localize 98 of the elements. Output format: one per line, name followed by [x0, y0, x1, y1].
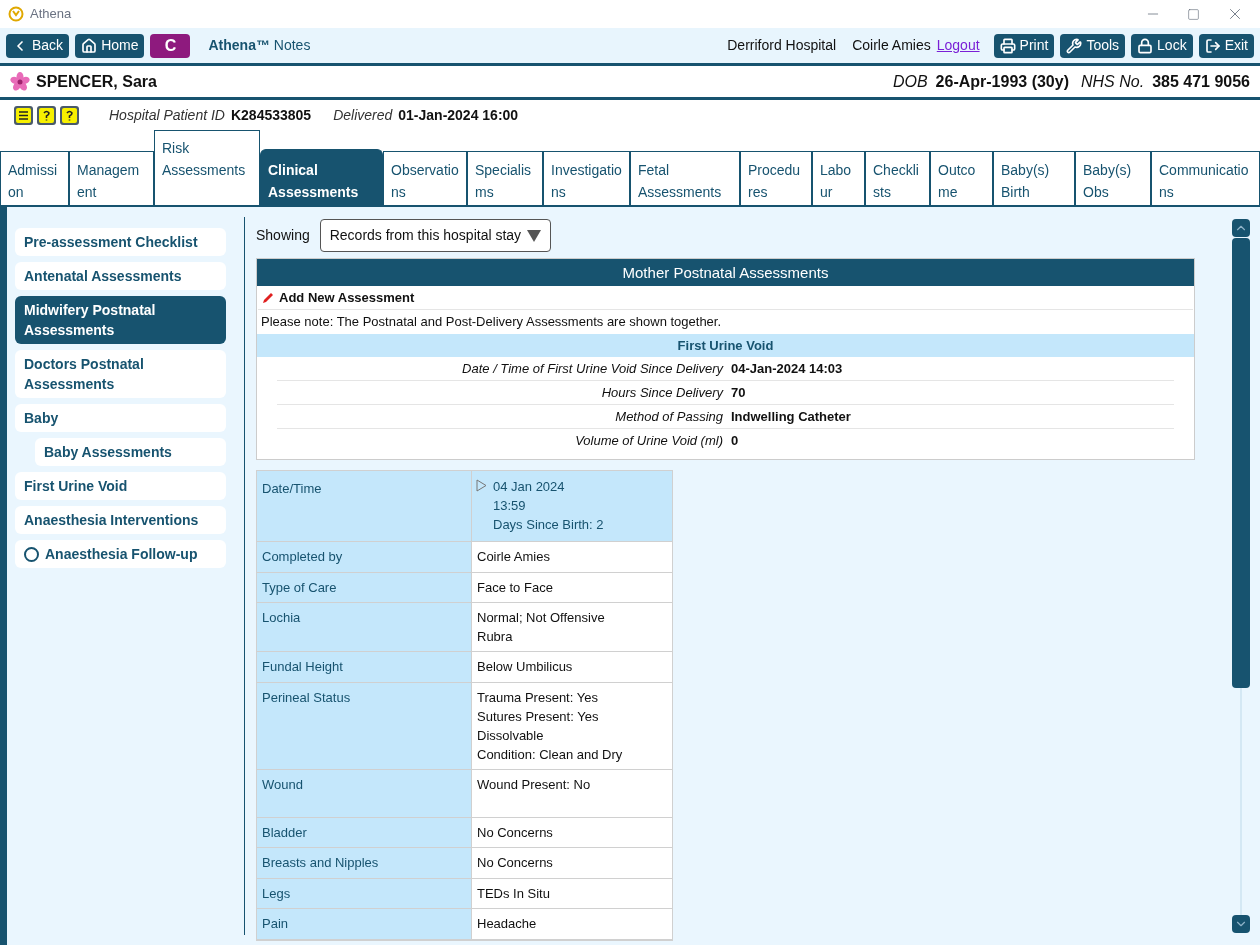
expand-triangle-icon[interactable]: [475, 479, 487, 492]
sidebar-item[interactable]: Doctors Postnatal Assessments: [15, 350, 226, 398]
lock-button[interactable]: Lock: [1131, 33, 1193, 58]
table-cell: Completed by: [257, 542, 472, 572]
field-label: Hours Since Delivery: [600, 383, 723, 402]
app-name: Athena™ Notes: [208, 36, 311, 55]
section-heading: First Urine Void: [257, 334, 1194, 357]
tab[interactable]: Specialisms: [467, 151, 543, 205]
table-cell: Face to Face: [472, 572, 672, 602]
tab[interactable]: Checklists: [865, 151, 930, 205]
user-badge-button[interactable]: C: [150, 33, 191, 58]
field-value: Indwelling Catheter: [731, 407, 851, 426]
field-label: Volume of Urine Void (ml): [574, 432, 723, 451]
table-cell: Fundal Height: [257, 652, 472, 682]
field-label: Method of Passing: [614, 407, 723, 426]
lock-icon: [1137, 37, 1154, 54]
patient-id-label: Hospital Patient ID: [109, 105, 225, 125]
dob-label: DOB: [892, 71, 928, 92]
field-label: Date / Time of First Urine Void Since Delivery: [461, 359, 723, 378]
table-cell: Type of Care: [257, 572, 472, 602]
panel-title: Mother Postnatal Assessments: [257, 259, 1194, 286]
field-value: 04-Jan-2024 14:03: [731, 359, 843, 378]
tab[interactable]: Baby(s) Obs: [1075, 151, 1151, 205]
tab[interactable]: Procedures: [740, 151, 812, 205]
tab[interactable]: Observations: [383, 151, 467, 205]
tab[interactable]: Management: [69, 151, 154, 205]
sidebar-item[interactable]: Baby Assessments: [35, 438, 226, 466]
alert-list-icon[interactable]: [14, 105, 33, 125]
sidebar-item[interactable]: Midwifery Postnatal Assessments: [15, 296, 226, 344]
table-cell: Normal; Not Offensive Rubra: [472, 603, 672, 651]
table-cell: Lochia: [257, 603, 472, 651]
tab[interactable]: Labour: [812, 151, 865, 205]
tab[interactable]: Outcome: [930, 151, 993, 205]
delivered-value: 01-Jan-2024 16:00: [398, 105, 519, 125]
sidebar-item[interactable]: Baby: [15, 404, 226, 432]
table-cell: Trauma Present: Yes Sutures Present: Yes Dissolvable Condition: Clean and Dry: [472, 682, 672, 769]
nhs-label: NHS No.: [1081, 71, 1145, 92]
table-cell: Breasts and Nipples: [257, 848, 472, 878]
field-value: 70: [731, 383, 746, 402]
tab[interactable]: Communications: [1151, 151, 1260, 205]
app-logo-icon: [8, 6, 24, 22]
table-cell: Headache: [472, 909, 672, 939]
table-cell: Perineal Status: [257, 682, 472, 769]
tab[interactable]: Fetal Assessments: [630, 151, 740, 205]
dropdown-arrow-icon: [527, 229, 542, 242]
alert-flag-icon[interactable]: [37, 105, 56, 125]
add-assessment-link[interactable]: Add New Assessment: [279, 287, 415, 308]
sidebar-item[interactable]: Antenatal Assessments: [15, 262, 226, 290]
dob-value: 26-Apr-1993 (30y): [935, 71, 1069, 92]
user-name: Coirle Amies: [852, 36, 931, 55]
sidebar-item[interactable]: First Urine Void: [15, 472, 226, 500]
nhs-value: 385 471 9056: [1152, 71, 1250, 92]
table-cell: Below Umbilicus: [472, 652, 672, 682]
alert-note-icon[interactable]: [60, 105, 79, 125]
scrollbar-thumb[interactable]: [1232, 238, 1250, 688]
print-icon: [999, 37, 1016, 54]
table-cell: TEDs In Situ: [472, 878, 672, 908]
scroll-up-button[interactable]: [1232, 219, 1250, 237]
back-button[interactable]: Back: [6, 33, 70, 58]
table-cell: Coirle Amies: [472, 542, 672, 572]
pencil-icon: [262, 291, 274, 304]
field-value: 0: [731, 432, 739, 451]
tab[interactable]: Investigations: [543, 151, 630, 205]
showing-dropdown[interactable]: Records from this hospital stay: [319, 219, 552, 252]
home-icon: [81, 37, 98, 54]
scroll-down-button[interactable]: [1232, 915, 1250, 933]
tab[interactable]: Admission: [0, 151, 69, 205]
tab[interactable]: Risk Assessments: [154, 130, 260, 205]
exit-button[interactable]: Exit: [1198, 33, 1254, 58]
showing-label: Showing: [256, 226, 310, 245]
record-date: 04 Jan 2024 13:59 Days Since Birth: 2: [493, 478, 604, 534]
flower-icon: [10, 71, 30, 92]
table-cell: No Concerns: [472, 848, 672, 878]
print-button[interactable]: Print: [993, 33, 1055, 58]
note-text: Please note: The Postnatal and Post-Delivery Assessments are shown together.: [260, 313, 723, 331]
patient-id-value: K284533805: [230, 105, 312, 125]
radio-button[interactable]: [24, 546, 39, 562]
table-cell: Wound Present: No: [472, 769, 672, 817]
patient-name: SPENCER, Sara: [36, 71, 157, 92]
table-cell: Date/Time: [257, 471, 472, 541]
table-cell: Wound: [257, 769, 472, 817]
sidebar-item[interactable]: Anaesthesia Interventions: [15, 506, 226, 534]
tools-button[interactable]: Tools: [1060, 33, 1126, 58]
sidebar-item[interactable]: Pre-assessment Checklist: [15, 228, 226, 256]
delivered-label: Delivered: [333, 105, 393, 125]
exit-icon: [1204, 37, 1221, 54]
table-cell: Pain: [257, 909, 472, 939]
home-button[interactable]: Home: [75, 33, 145, 58]
window-title: Athena: [30, 5, 72, 24]
hospital-name: Derriford Hospital: [727, 36, 837, 55]
table-cell: Legs: [257, 878, 472, 908]
tools-icon: [1066, 37, 1083, 54]
table-cell: Bladder: [257, 817, 472, 847]
sidebar-item[interactable]: Anaesthesia Follow-up: [15, 540, 226, 568]
logout-link[interactable]: Logout: [936, 35, 980, 56]
tab[interactable]: Baby(s) Birth: [993, 151, 1075, 205]
tab[interactable]: Clinical Assessments: [260, 149, 383, 205]
table-cell: No Concerns: [472, 817, 672, 847]
